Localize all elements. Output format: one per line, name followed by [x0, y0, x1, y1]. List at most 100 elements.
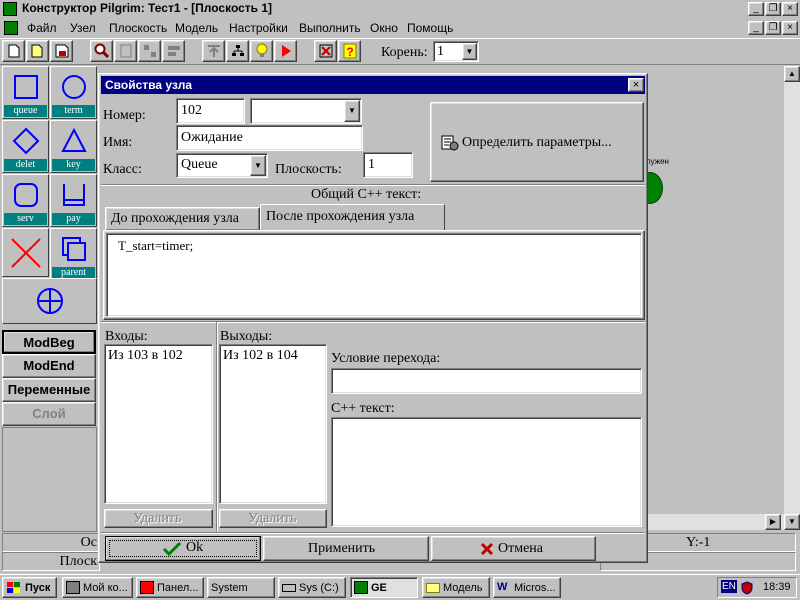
restore-button[interactable]: ❐ [765, 2, 781, 16]
tab-before-node[interactable]: До прохождения узла [105, 207, 260, 230]
child-close-button[interactable]: × [782, 21, 798, 35]
palette-serv[interactable]: serv [2, 174, 49, 227]
layer-button[interactable]: Слой [2, 402, 96, 426]
menu-model[interactable]: Модель [175, 21, 218, 35]
palette-queue[interactable]: queue [2, 66, 49, 119]
name-input[interactable]: Ожидание [176, 125, 363, 151]
number-input[interactable]: 102 [176, 98, 245, 124]
palette-delet[interactable]: delet [2, 120, 49, 173]
horizontal-scrollbar[interactable]: ▶ ▼ [645, 514, 800, 530]
windows-logo-icon [7, 581, 20, 593]
task-model[interactable]: Модель [422, 577, 490, 598]
variables-button[interactable]: Переменные [2, 378, 96, 402]
task-my-computer[interactable]: Мой ко... [62, 577, 133, 598]
root-select[interactable]: 1 ▼ [433, 41, 479, 62]
menu-node[interactable]: Узел [70, 21, 96, 35]
circle-icon [62, 75, 86, 99]
class-select-dropdown-icon[interactable]: ▼ [250, 155, 266, 176]
svg-text:?: ? [346, 45, 353, 59]
class-select[interactable]: Queue ▼ [176, 153, 268, 178]
dialog-close-icon[interactable]: × [628, 78, 644, 92]
start-button[interactable]: Пуск [2, 577, 57, 598]
task-label: GE [371, 581, 387, 594]
outputs-list-item[interactable]: Из 102 в 104 [223, 348, 298, 364]
child-restore-button[interactable]: ❐ [765, 21, 781, 35]
align-nodes-icon[interactable] [162, 40, 185, 62]
menu-run[interactable]: Выполнить [299, 21, 361, 35]
scroll-down-icon[interactable]: ▼ [784, 514, 800, 530]
help-icon[interactable]: ? [338, 40, 361, 62]
zoom-icon[interactable] [90, 40, 113, 62]
task-ge[interactable]: GE [350, 577, 418, 598]
ok-button[interactable]: Ok [105, 536, 261, 561]
close-button[interactable]: × [782, 2, 798, 16]
menu-help[interactable]: Помощь [407, 21, 453, 35]
antivirus-shield-icon[interactable] [740, 581, 754, 595]
palette-label: pay [52, 213, 95, 225]
scroll-right-icon[interactable]: ▶ [765, 514, 781, 530]
child-minimize-button[interactable]: _ [748, 21, 764, 35]
run-icon[interactable] [274, 40, 297, 62]
menu-settings[interactable]: Настройки [229, 21, 288, 35]
vertical-scrollbar[interactable]: ▲ [784, 66, 800, 516]
palette-label: queue [4, 105, 47, 117]
link-nodes-icon[interactable] [138, 40, 161, 62]
tab-after-node[interactable]: После прохождения узла [260, 204, 445, 231]
menu-plane[interactable]: Плоскость [109, 21, 167, 35]
lightbulb-icon[interactable] [250, 40, 273, 62]
minimize-button[interactable]: _ [748, 2, 764, 16]
cross-icon [11, 238, 41, 268]
condition-input[interactable] [331, 368, 642, 394]
number-label: Номер: [103, 108, 146, 123]
child-window-icon[interactable] [4, 21, 18, 35]
menu-window[interactable]: Окно [370, 21, 398, 35]
palette-pay[interactable]: pay [50, 174, 97, 227]
palette-delete-node[interactable] [2, 228, 49, 277]
task-microsoft-word[interactable]: W Micros... [493, 577, 561, 598]
palette-key[interactable]: key [50, 120, 97, 173]
code-text: T_start=timer; [118, 238, 194, 253]
cpp-text-area[interactable] [331, 417, 642, 527]
stop-model-icon[interactable] [314, 40, 337, 62]
outputs-list[interactable]: Из 102 в 104 [219, 344, 327, 504]
plane-input[interactable]: 1 [363, 152, 413, 178]
cancel-button[interactable]: Отмена [431, 536, 596, 561]
modend-button[interactable]: ModEnd [2, 354, 96, 378]
task-control-panel[interactable]: Панел... [136, 577, 204, 598]
scroll-up-icon[interactable]: ▲ [784, 66, 800, 82]
task-label: Sys (C:) [299, 581, 339, 594]
number-select[interactable]: ▼ [250, 98, 362, 124]
menu-file[interactable]: Файл [27, 21, 57, 35]
open-file-icon[interactable] [26, 40, 49, 62]
canvas-node-label: лужен [646, 157, 669, 166]
status-text-left1: Ос [80, 535, 97, 550]
triangle-icon [61, 127, 87, 152]
move-up-icon[interactable] [202, 40, 225, 62]
save-file-icon[interactable] [50, 40, 73, 62]
modbeg-button[interactable]: ModBeg [2, 330, 96, 354]
outputs-delete-button[interactable]: Удалить [219, 509, 327, 528]
palette-label: serv [4, 213, 47, 225]
palette-term[interactable]: term [50, 66, 97, 119]
apply-button[interactable]: Применить [263, 536, 429, 561]
task-sys-c[interactable]: Sys (C:) [278, 577, 346, 598]
palette-add-node[interactable] [2, 278, 97, 324]
number-select-dropdown-icon[interactable]: ▼ [344, 100, 360, 122]
task-label: Панел... [157, 581, 199, 594]
new-file-icon[interactable] [2, 40, 25, 62]
define-params-button[interactable]: Определить параметры... [430, 102, 644, 182]
copy-node-icon[interactable] [114, 40, 137, 62]
open-box-icon [63, 184, 85, 206]
language-indicator[interactable]: EN [721, 580, 737, 593]
task-system[interactable]: System [207, 577, 275, 598]
inputs-delete-button[interactable]: Удалить [104, 509, 213, 528]
inputs-list-item[interactable]: Из 103 в 102 [108, 348, 183, 364]
palette-parent[interactable]: parent [50, 228, 97, 281]
root-select-dropdown-icon[interactable]: ▼ [462, 43, 477, 60]
code-editor[interactable]: T_start=timer; [106, 233, 642, 317]
inputs-list[interactable]: Из 103 в 102 [104, 344, 213, 504]
hierarchy-icon[interactable] [226, 40, 249, 62]
palette-label: term [52, 105, 95, 117]
stacked-squares-icon [62, 237, 86, 261]
app-icon[interactable] [3, 2, 17, 16]
